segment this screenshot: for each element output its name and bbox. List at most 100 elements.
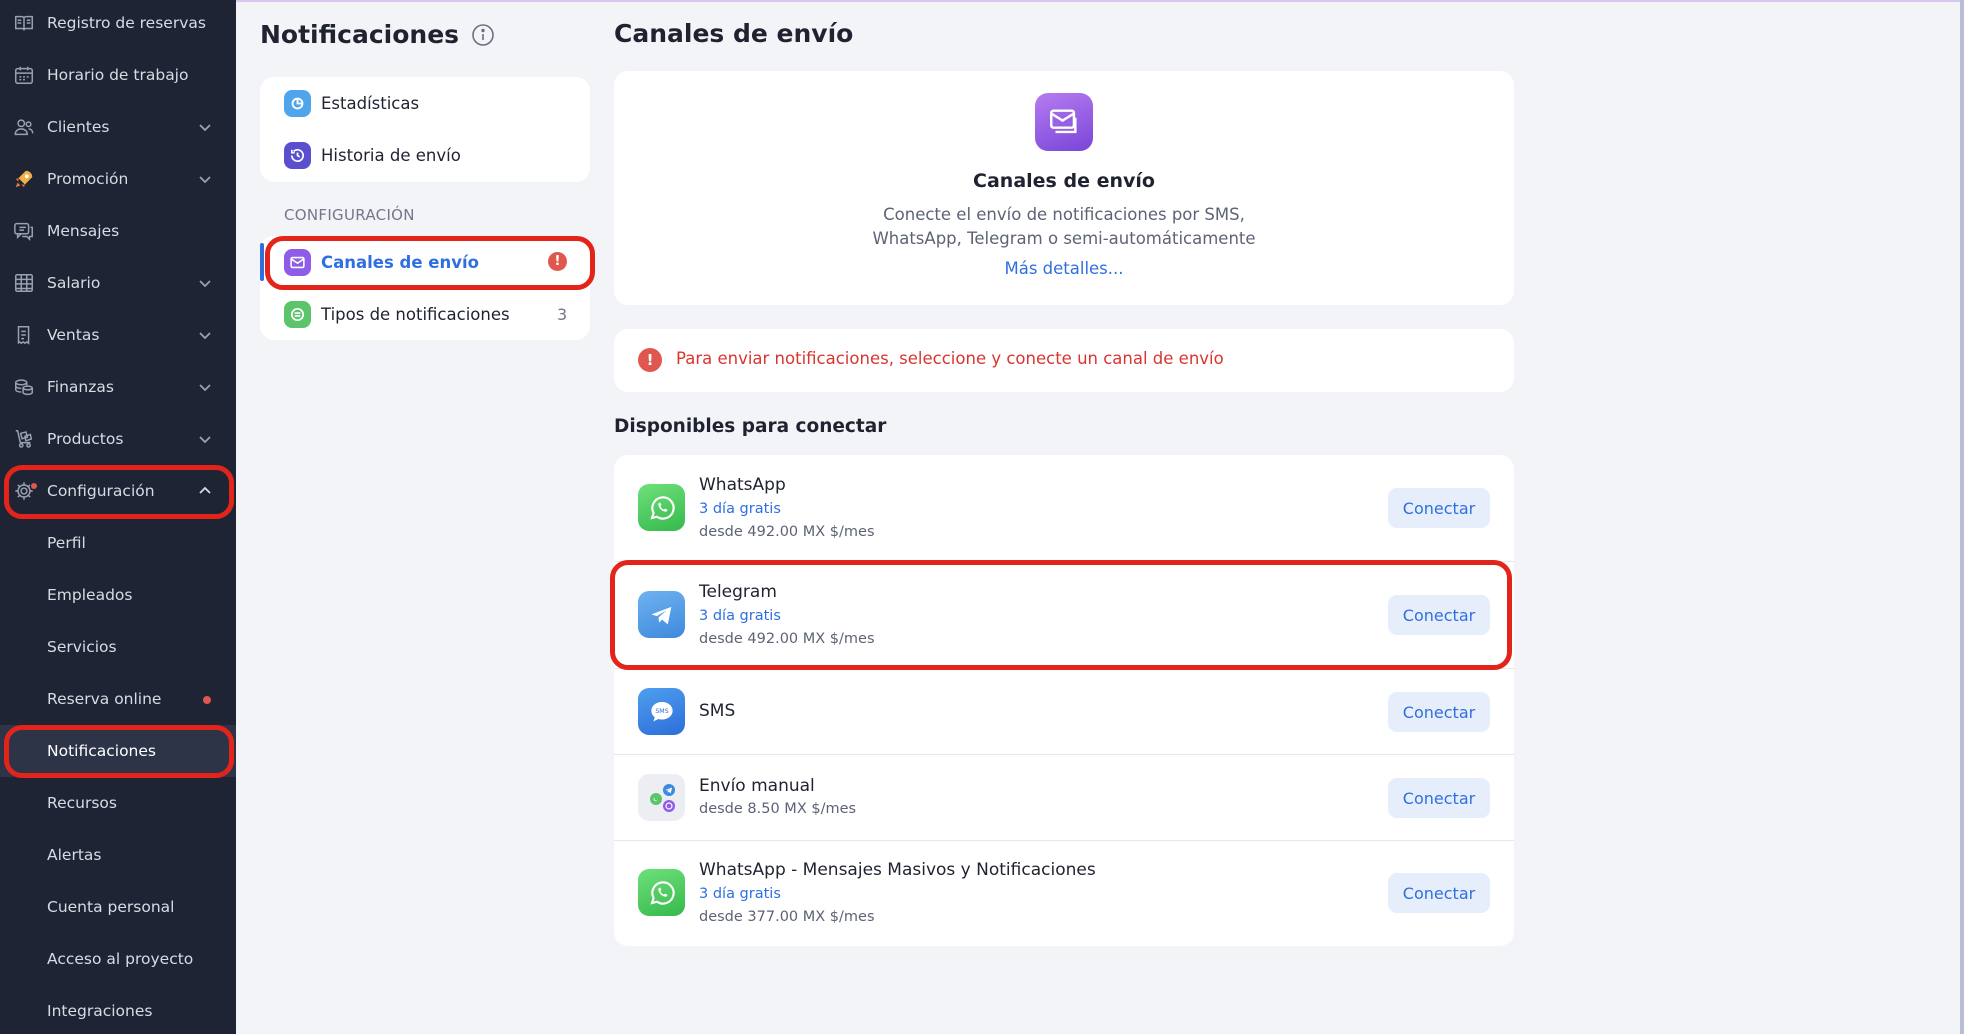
more-details-label[interactable]: Más detalles... (1004, 259, 1123, 278)
menu-item-canales-envio[interactable]: Canales de envío (260, 236, 590, 288)
channel-row-telegram: Telegram 3 día gratis desde 492.00 MX $/… (614, 562, 1514, 668)
sidebar-item-clientes[interactable]: Clientes (0, 101, 236, 153)
sidebar: Registro de reservas Horario de trabajo … (0, 0, 236, 1034)
top-edge (236, 0, 1964, 2)
sidebar-subitem-label: Empleados (47, 586, 133, 604)
menu-item-label: Tipos de notificaciones (321, 304, 510, 324)
chevron-down-icon[interactable] (196, 430, 214, 448)
menu-item-historia-envio[interactable]: Historia de envío (260, 129, 590, 181)
sidebar-subitem-reserva-online[interactable]: Reserva online (0, 673, 236, 725)
sidebar-item-label: Registro de reservas (47, 14, 206, 32)
sidebar-item-label: Finanzas (47, 378, 114, 396)
chat-icon (12, 219, 36, 243)
sidebar-subitem-label: Integraciones (47, 1002, 153, 1020)
chevron-down-icon[interactable] (196, 274, 214, 292)
sidebar-item-configuracion[interactable]: Configuración (0, 465, 236, 517)
sidebar-item-mensajes[interactable]: Mensajes (0, 205, 236, 257)
sidebar-item-ventas[interactable]: Ventas (0, 309, 236, 361)
notifications-menu-card: Estadísticas Historia de envío (260, 77, 590, 182)
sidebar-subitem-label: Servicios (47, 638, 117, 656)
sms-icon: SMS (638, 688, 685, 735)
sidebar-subitem-label: Recursos (47, 794, 117, 812)
hero-title: Canales de envío (973, 170, 1155, 192)
receipt-icon (12, 323, 36, 347)
page-title: Notificaciones (260, 20, 460, 49)
envelope-icon (1035, 93, 1093, 151)
rocket-icon (12, 167, 36, 191)
connect-button[interactable]: Conectar (1388, 778, 1490, 818)
sidebar-subitem-notificaciones[interactable]: Notificaciones (0, 725, 236, 777)
alert-icon: ! (638, 348, 662, 372)
sidebar-item-finanzas[interactable]: Finanzas (0, 361, 236, 413)
sidebar-item-label: Promoción (47, 170, 129, 188)
sidebar-subitem-servicios[interactable]: Servicios (0, 621, 236, 673)
envelope-icon (284, 248, 311, 276)
sidebar-subitem-integraciones[interactable]: Integraciones (0, 985, 236, 1034)
menu-item-estadisticas[interactable]: Estadísticas (260, 77, 590, 129)
channel-trial: 3 día gratis (699, 501, 781, 517)
channel-name: Envío manual (699, 776, 815, 796)
section-caption: CONFIGURACIÓN (284, 206, 415, 224)
sidebar-subitem-acceso-proyecto[interactable]: Acceso al proyecto (0, 933, 236, 985)
list-icon (284, 300, 311, 328)
channel-name: WhatsApp - Mensajes Masivos y Notificaci… (699, 860, 1096, 880)
sidebar-subitem-label: Perfil (47, 534, 86, 552)
sidebar-item-horario[interactable]: Horario de trabajo (0, 49, 236, 101)
sidebar-item-promocion[interactable]: Promoción (0, 153, 236, 205)
status-dot (203, 696, 211, 704)
coins-icon (12, 375, 36, 399)
channel-price: desde 492.00 MX $/mes (699, 524, 875, 540)
sidebar-item-label: Ventas (47, 326, 100, 344)
channel-trial: 3 día gratis (699, 608, 781, 624)
channel-row-envio-manual: Envío manual desde 8.50 MX $/mes Conecta… (614, 755, 1514, 840)
chevron-up-icon[interactable] (196, 482, 214, 500)
sms-icon-text: SMS (655, 707, 668, 714)
messengers-icon (638, 774, 685, 821)
sidebar-subitem-label: Alertas (47, 846, 102, 864)
menu-item-tipos-notificaciones[interactable]: Tipos de notificaciones (260, 288, 590, 340)
main-title: Canales de envío (614, 19, 854, 48)
sidebar-subitem-alertas[interactable]: Alertas (0, 829, 236, 881)
hero-description: Conecte el envío de notificaciones por S… (614, 203, 1514, 251)
sidebar-subitem-perfil[interactable]: Perfil (0, 517, 236, 569)
sidebar-item-productos[interactable]: Productos (0, 413, 236, 465)
spreadsheet-icon (12, 271, 36, 295)
window-edge (1960, 0, 1964, 1034)
sidebar-item-label: Productos (47, 430, 124, 448)
sidebar-item-registro[interactable]: Registro de reservas (0, 0, 236, 49)
available-section-title: Disponibles para conectar (614, 416, 887, 437)
notification-dot (30, 482, 38, 490)
chevron-down-icon[interactable] (196, 378, 214, 396)
chevron-down-icon[interactable] (196, 170, 214, 188)
menu-item-label: Canales de envío (321, 252, 479, 272)
connect-button[interactable]: Conectar (1388, 595, 1490, 635)
hero-description-line: Conecte el envío de notificaciones por S… (883, 205, 1245, 224)
sidebar-subitem-empleados[interactable]: Empleados (0, 569, 236, 621)
info-icon[interactable] (471, 23, 495, 47)
channel-trial: 3 día gratis (699, 886, 781, 902)
notification-types-count: 3 (557, 305, 568, 324)
sidebar-item-label: Mensajes (47, 222, 120, 240)
config-menu-card: Canales de envío Tipos de notificaciones (260, 236, 590, 340)
sidebar-subitem-label: Cuenta personal (47, 898, 175, 916)
connect-button[interactable]: Conectar (1388, 692, 1490, 732)
chevron-down-icon[interactable] (196, 118, 214, 136)
sidebar-subitem-recursos[interactable]: Recursos (0, 777, 236, 829)
connect-button[interactable]: Conectar (1388, 873, 1490, 913)
users-icon (12, 115, 36, 139)
more-details-link[interactable]: Más detalles... (614, 259, 1514, 278)
stats-icon (284, 89, 311, 117)
connect-button[interactable]: Conectar (1388, 488, 1490, 528)
sidebar-subitem-label: Reserva online (47, 690, 162, 708)
channel-name: SMS (699, 701, 736, 721)
channel-row-sms: SMS SMS Conectar (614, 669, 1514, 754)
hero-description-line: WhatsApp, Telegram o semi-automáticament… (872, 229, 1256, 248)
channel-row-whatsapp: WhatsApp 3 día gratis desde 492.00 MX $/… (614, 455, 1514, 561)
whatsapp-icon (638, 869, 685, 916)
sidebar-subitem-cuenta-personal[interactable]: Cuenta personal (0, 881, 236, 933)
sidebar-item-salario[interactable]: Salario (0, 257, 236, 309)
channel-price: desde 377.00 MX $/mes (699, 909, 875, 925)
chevron-down-icon[interactable] (196, 326, 214, 344)
sidebar-item-label: Horario de trabajo (47, 66, 189, 84)
cart-icon (12, 427, 36, 451)
